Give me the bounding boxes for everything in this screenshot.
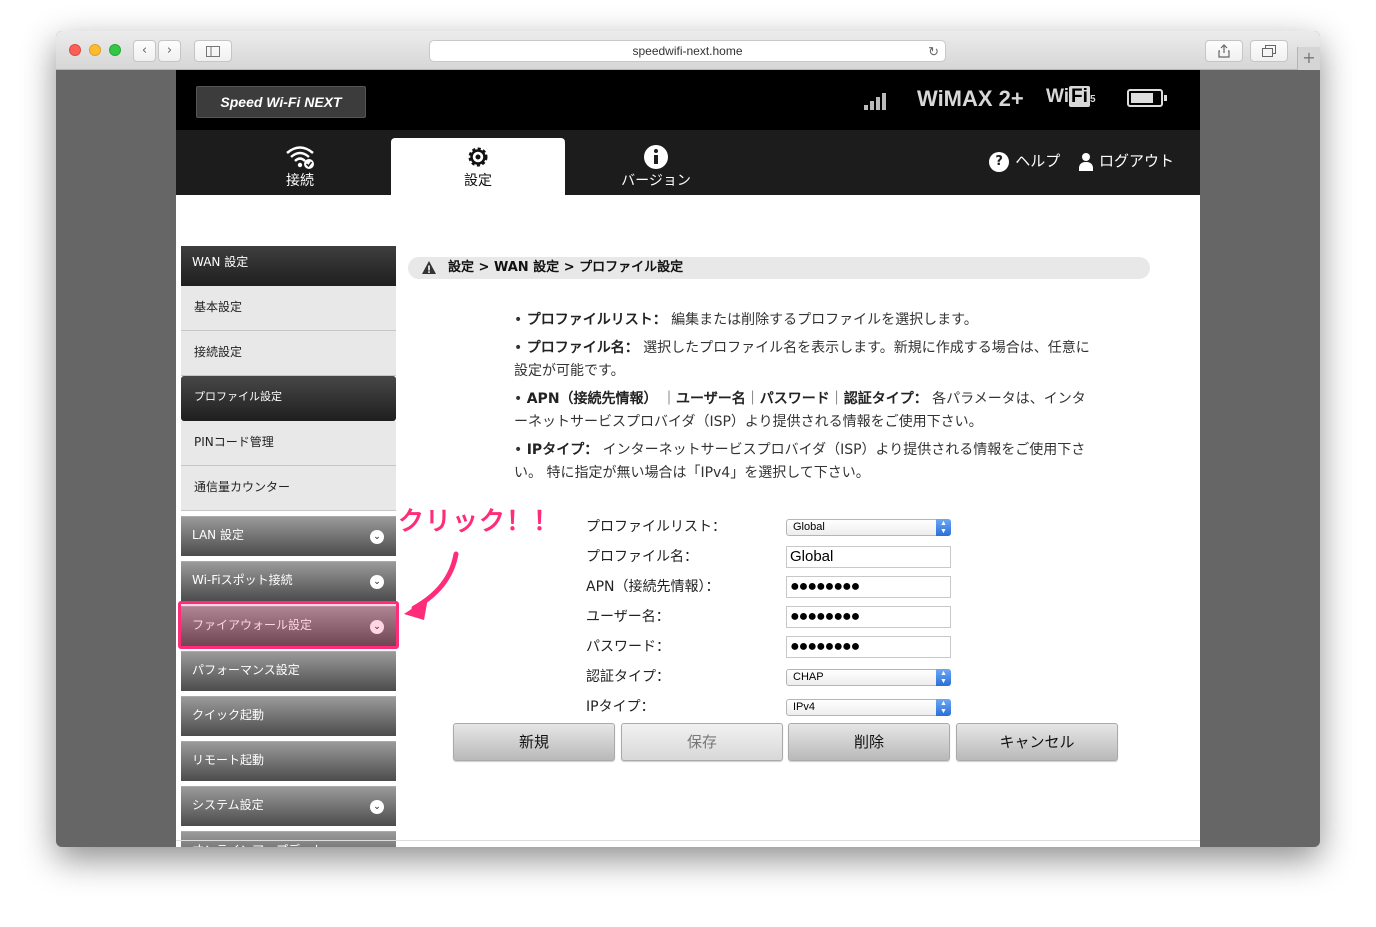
warning-icon bbox=[422, 261, 436, 274]
chevron-down-icon: ⌄ bbox=[370, 530, 384, 544]
chevron-right-icon: › bbox=[166, 43, 173, 58]
back-button[interactable]: ‹ bbox=[133, 40, 156, 62]
tab-version-label: バージョン bbox=[621, 173, 691, 189]
auth-type-select[interactable]: CHAP ▲ ▼ bbox=[786, 669, 951, 686]
sidebar-item-profile[interactable]: プロファイル設定 bbox=[181, 376, 396, 421]
auth-type-label: 認証タイプ： bbox=[586, 669, 670, 685]
info-icon bbox=[566, 144, 746, 170]
breadcrumb: 設定 > WAN 設定 > プロファイル設定 bbox=[408, 257, 1150, 279]
help-link[interactable]: ? ヘルプ bbox=[989, 151, 1060, 172]
profile-name-label: プロファイル名： bbox=[586, 549, 698, 565]
tab-connection-label: 接続 bbox=[286, 173, 314, 189]
sidebar-item-traffic-counter[interactable]: 通信量カウンター bbox=[181, 466, 396, 511]
zoom-window-button[interactable] bbox=[109, 44, 121, 56]
password-input[interactable]: ●●●●●●●● bbox=[786, 636, 951, 658]
tabs-button[interactable] bbox=[1250, 40, 1288, 62]
ip-type-row: IPタイプ： IPv4 ▲ ▼ bbox=[586, 696, 966, 718]
delete-button[interactable]: 削除 bbox=[788, 723, 950, 761]
select-arrows-icon: ▲ ▼ bbox=[936, 519, 951, 536]
reload-icon[interactable]: ↻ bbox=[928, 41, 939, 62]
select-arrows-icon: ▲ ▼ bbox=[936, 699, 951, 716]
footer-divider bbox=[176, 840, 1200, 841]
battery-icon bbox=[1127, 89, 1167, 107]
help-item: • プロファイルリスト： 編集または削除するプロファイルを選択します。 bbox=[514, 312, 978, 328]
tabs-icon bbox=[1262, 45, 1276, 57]
url-text: speedwifi-next.home bbox=[632, 44, 743, 58]
help-text: • プロファイルリスト： 編集または削除するプロファイルを選択します。 • プロ… bbox=[514, 309, 1094, 490]
profile-list-select[interactable]: Global ▲ ▼ bbox=[786, 519, 951, 536]
help-item: • APN（接続先情報） ｜ユーザー名｜パスワード｜認証タイプ： 各パラメータは… bbox=[514, 391, 1086, 430]
tab-settings[interactable]: 設定 bbox=[391, 138, 565, 195]
auth-type-row: 認証タイプ： CHAP ▲ ▼ bbox=[586, 666, 966, 688]
signal-strength-icon bbox=[864, 92, 890, 110]
cancel-button[interactable]: キャンセル bbox=[956, 723, 1118, 761]
sidebar-item-performance[interactable]: パフォーマンス設定 bbox=[181, 651, 396, 691]
chevron-down-icon: ⌄ bbox=[370, 800, 384, 814]
tab-settings-label: 設定 bbox=[464, 173, 492, 189]
tab-version[interactable]: バージョン bbox=[566, 138, 746, 195]
help-item: • IPタイプ： インターネットサービスプロバイダ（ISP）より提供される情報を… bbox=[514, 442, 1086, 481]
new-button[interactable]: 新規 bbox=[453, 723, 615, 761]
user-icon bbox=[1078, 152, 1093, 171]
username-row: ユーザー名： ●●●●●●●● bbox=[586, 606, 966, 628]
save-button[interactable]: 保存 bbox=[621, 723, 783, 761]
logout-link[interactable]: ログアウト bbox=[1065, 152, 1174, 171]
select-arrows-icon: ▲ ▼ bbox=[936, 669, 951, 686]
wifi-status-icon: Wi Fi 5 bbox=[1046, 86, 1096, 107]
new-tab-button[interactable]: + bbox=[1297, 47, 1320, 70]
minimize-window-button[interactable] bbox=[89, 44, 101, 56]
annotation-arrow-icon bbox=[404, 551, 459, 620]
password-label: パスワード： bbox=[586, 639, 670, 655]
router-admin-page: Speed Wi-Fi NEXT WiMAX 2+ WiFi5 接続 設定 bbox=[176, 70, 1200, 847]
ip-type-select[interactable]: IPv4 ▲ ▼ bbox=[786, 699, 951, 716]
breadcrumb-text: 設定 > WAN 設定 > プロファイル設定 bbox=[448, 260, 684, 275]
gear-icon bbox=[391, 144, 565, 170]
sidebar-item-quick-start[interactable]: クイック起動 bbox=[181, 696, 396, 736]
close-window-button[interactable] bbox=[69, 44, 81, 56]
sidebar-item-wifi-spot[interactable]: Wi-Fiスポット接続 ⌄ bbox=[181, 561, 396, 601]
plus-icon: + bbox=[1302, 48, 1316, 67]
sidebar-icon bbox=[206, 46, 220, 57]
share-button[interactable] bbox=[1205, 40, 1243, 62]
sidebar-item-system[interactable]: システム設定 ⌄ bbox=[181, 786, 396, 826]
apn-row: APN（接続先情報）： ●●●●●●●● bbox=[586, 576, 966, 598]
browser-toolbar: ‹ › speedwifi-next.home ↻ + bbox=[56, 31, 1320, 70]
forward-button[interactable]: › bbox=[158, 40, 181, 62]
chevron-left-icon: ‹ bbox=[141, 43, 148, 58]
sidebar-item-online-update[interactable]: オンラインアップデート bbox=[181, 831, 396, 847]
question-icon: ? bbox=[989, 151, 1010, 172]
profile-name-input[interactable]: Global bbox=[786, 546, 951, 568]
nav-links: ? ヘルプ ログアウト bbox=[989, 150, 1174, 172]
tab-connection[interactable]: 接続 bbox=[200, 138, 400, 195]
chevron-down-icon: ⌄ bbox=[370, 575, 384, 589]
annotation-highlight bbox=[178, 601, 399, 649]
profile-list-row: プロファイルリスト： Global ▲ ▼ bbox=[586, 516, 966, 538]
profile-list-label: プロファイルリスト： bbox=[586, 519, 726, 535]
apn-label: APN（接続先情報）： bbox=[586, 579, 720, 595]
main-nav: 接続 設定 バージョン ? ヘルプ ログアウト bbox=[176, 130, 1200, 195]
apn-input[interactable]: ●●●●●●●● bbox=[786, 576, 951, 598]
help-item: • プロファイル名： 選択したプロファイル名を表示します。新規に作成する場合は、… bbox=[514, 340, 1090, 379]
sidebar-item-pin[interactable]: PINコード管理 bbox=[181, 421, 396, 466]
sidebar-item-lan[interactable]: LAN 設定 ⌄ bbox=[181, 516, 396, 556]
share-icon bbox=[1218, 44, 1230, 58]
sidebar-item-connection[interactable]: 接続設定 bbox=[181, 331, 396, 376]
annotation-text: クリック！！ bbox=[398, 507, 561, 537]
username-label: ユーザー名： bbox=[586, 609, 670, 625]
sidebar-toggle-button[interactable] bbox=[194, 40, 232, 62]
profile-name-row: プロファイル名： Global bbox=[586, 546, 966, 568]
sidebar-item-remote-start[interactable]: リモート起動 bbox=[181, 741, 396, 781]
browser-window: ‹ › speedwifi-next.home ↻ + Speed Wi-Fi … bbox=[56, 31, 1320, 847]
sidebar-section-wan[interactable]: WAN 設定 bbox=[181, 246, 396, 286]
username-input[interactable]: ●●●●●●●● bbox=[786, 606, 951, 628]
sidebar-item-basic[interactable]: 基本設定 bbox=[181, 286, 396, 331]
header-bar: Speed Wi-Fi NEXT WiMAX 2+ Wi Fi 5 bbox=[176, 70, 1200, 130]
address-bar[interactable]: speedwifi-next.home ↻ bbox=[429, 40, 946, 62]
ip-type-label: IPタイプ： bbox=[586, 699, 655, 715]
password-row: パスワード： ●●●●●●●● bbox=[586, 636, 966, 658]
network-type: WiMAX 2+ bbox=[917, 86, 1024, 111]
wifi-icon bbox=[200, 144, 400, 170]
product-logo: Speed Wi-Fi NEXT bbox=[196, 86, 366, 118]
